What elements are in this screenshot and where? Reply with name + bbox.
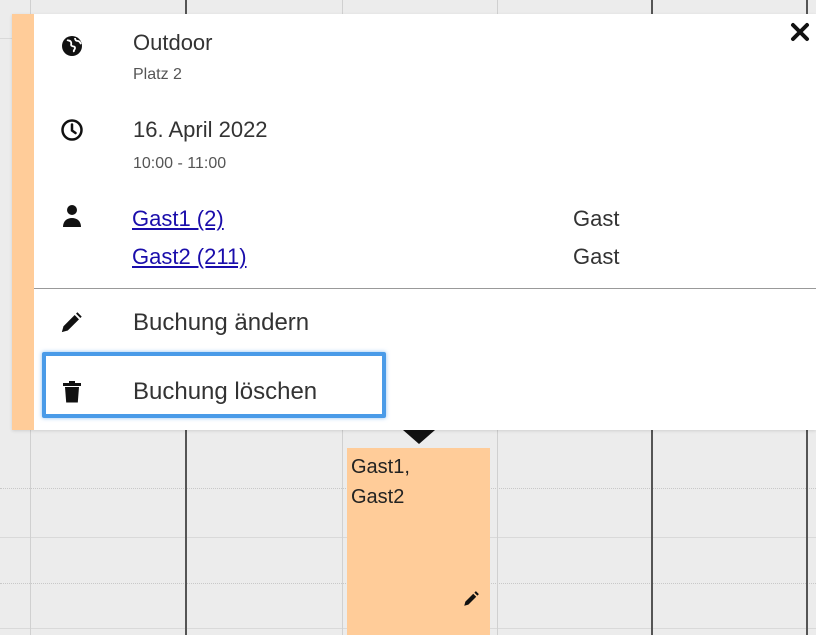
event-participants-text: Gast1, Gast2 — [351, 456, 410, 508]
trash-icon[interactable] — [62, 381, 86, 405]
location-title: Outdoor — [133, 30, 213, 55]
participant-role: Gast — [573, 244, 620, 269]
participant-link-gast1[interactable]: Gast1 (2) — [132, 206, 224, 232]
location-subtitle: Platz 2 — [133, 66, 182, 83]
popup-divider — [34, 288, 816, 289]
clock-icon — [60, 118, 84, 142]
booking-time-range: 10:00 - 11:00 — [133, 155, 227, 172]
participant-link-gast2[interactable]: Gast2 (211) — [132, 244, 247, 270]
calendar-event[interactable]: Gast1, Gast2 — [347, 448, 490, 635]
booking-date: 16. April 2022 — [133, 117, 268, 142]
globe-icon — [60, 34, 84, 58]
pencil-icon[interactable] — [462, 590, 480, 613]
delete-booking-action[interactable]: Buchung löschen — [133, 378, 317, 406]
pencil-icon[interactable] — [60, 312, 84, 336]
popup-accent-bar — [12, 14, 34, 430]
popup-pointer — [403, 430, 435, 444]
close-icon[interactable] — [788, 20, 812, 49]
participant-role: Gast — [573, 206, 620, 231]
booking-details-popup: Outdoor Platz 2 16. April 2022 10:00 - 1… — [12, 14, 816, 430]
edit-booking-action[interactable]: Buchung ändern — [133, 309, 309, 337]
person-icon — [61, 204, 85, 228]
